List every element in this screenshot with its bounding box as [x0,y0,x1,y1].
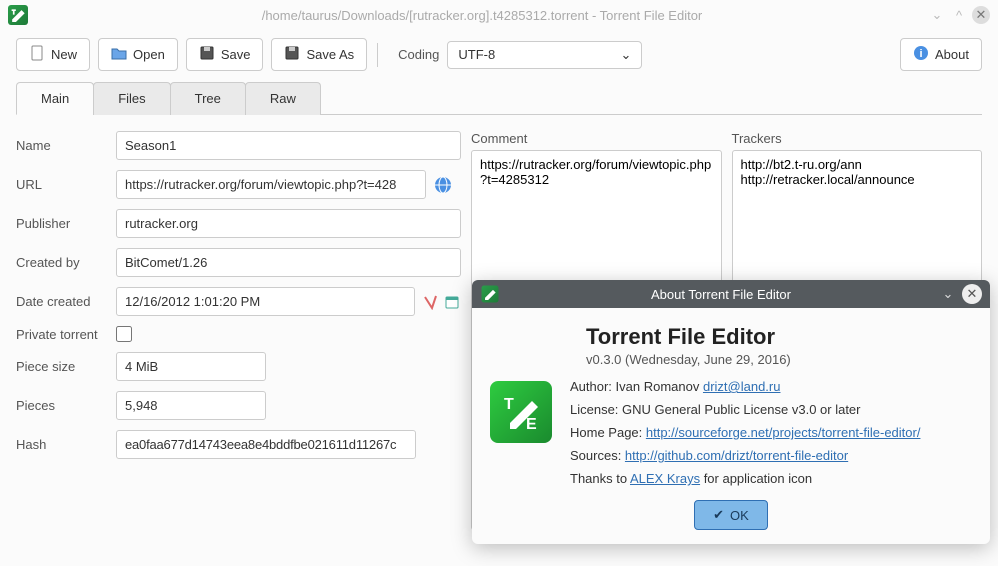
about-app-icon [482,286,499,303]
license-text: GNU General Public License v3.0 or later [622,402,860,417]
tabs: Main Files Tree Raw [16,81,982,115]
window-title: /home/taurus/Downloads/[rutracker.org].t… [36,8,928,23]
author-link[interactable]: drizt@land.ru [703,379,781,394]
check-icon: ✔ [713,507,724,523]
tab-tree[interactable]: Tree [170,82,246,115]
about-body: Torrent File Editor v0.3.0 (Wednesday, J… [472,308,990,544]
thanks-link[interactable]: ALEX Krays [630,471,700,486]
hash-label: Hash [16,437,116,452]
about-logo-icon: TE [490,381,552,443]
save-as-button[interactable]: Save As [271,38,367,71]
clear-date-icon[interactable] [421,293,439,311]
svg-text:T: T [12,10,16,16]
maximize-icon[interactable]: ^ [950,6,968,24]
app-icon: T [8,5,28,25]
svg-text:E: E [526,416,537,433]
url-label: URL [16,177,116,192]
save-button[interactable]: Save [186,38,264,71]
save-as-icon [284,45,300,64]
about-button[interactable]: i About [900,38,982,71]
coding-select[interactable]: UTF-8 ⌄ [447,41,642,69]
license-label: License: [570,402,622,417]
about-close-icon[interactable]: ✕ [962,284,982,304]
trackers-label: Trackers [732,131,983,146]
about-dialog: About Torrent File Editor ⌄ ✕ Torrent Fi… [472,280,990,544]
thanks-prefix: Thanks to [570,471,630,486]
created-by-input[interactable] [116,248,461,277]
folder-open-icon [111,45,127,64]
hash-input[interactable] [116,430,416,459]
piece-size-label: Piece size [16,359,116,374]
about-title: About Torrent File Editor [508,287,934,302]
piece-size-input[interactable] [116,352,266,381]
date-label: Date created [16,294,116,309]
new-button[interactable]: New [16,38,90,71]
pieces-label: Pieces [16,398,116,413]
open-button[interactable]: Open [98,38,178,71]
globe-icon[interactable] [432,174,454,196]
name-input[interactable] [116,131,461,160]
tab-main[interactable]: Main [16,82,94,115]
homepage-link[interactable]: http://sourceforge.net/projects/torrent-… [646,425,921,440]
info-icon: i [913,45,929,64]
open-label: Open [133,47,165,62]
window-controls: ⌄ ^ ✕ [928,6,990,24]
created-by-label: Created by [16,255,116,270]
private-label: Private torrent [16,327,116,342]
ok-button[interactable]: ✔ OK [694,500,768,530]
calendar-icon[interactable] [443,293,461,311]
tab-files[interactable]: Files [93,82,170,115]
thanks-suffix: for application icon [700,471,812,486]
url-input[interactable] [116,170,426,199]
name-label: Name [16,138,116,153]
form-column: Name URL Publisher Created by Date creat… [16,131,461,530]
homepage-label: Home Page: [570,425,646,440]
save-as-label: Save As [306,47,354,62]
about-version: v0.3.0 (Wednesday, June 29, 2016) [586,352,972,367]
about-minimize-icon[interactable]: ⌄ [938,284,958,304]
sources-label: Sources: [570,448,625,463]
private-checkbox[interactable] [116,326,132,342]
save-label: Save [221,47,251,62]
about-info: Author: Ivan Romanov drizt@land.ru Licen… [570,379,972,494]
toolbar: New Open Save Save As Coding UTF-8 ⌄ i A… [0,30,998,81]
titlebar: T /home/taurus/Downloads/[rutracker.org]… [0,0,998,30]
about-app-name: Torrent File Editor [586,324,972,350]
ok-label: OK [730,508,749,523]
minimize-icon[interactable]: ⌄ [928,6,946,24]
tab-raw[interactable]: Raw [245,82,321,115]
about-label: About [935,47,969,62]
svg-text:T: T [504,396,514,413]
file-new-icon [29,45,45,64]
separator [377,43,378,67]
save-icon [199,45,215,64]
about-titlebar: About Torrent File Editor ⌄ ✕ [472,280,990,308]
svg-text:i: i [919,48,922,60]
chevron-down-icon: ⌄ [620,47,631,63]
coding-value: UTF-8 [458,47,495,62]
date-input[interactable] [116,287,415,316]
author-label: Author: [570,379,616,394]
close-icon[interactable]: ✕ [972,6,990,24]
publisher-label: Publisher [16,216,116,231]
pieces-input[interactable] [116,391,266,420]
author-name: Ivan Romanov [616,379,703,394]
comment-label: Comment [471,131,722,146]
new-label: New [51,47,77,62]
publisher-input[interactable] [116,209,461,238]
sources-link[interactable]: http://github.com/drizt/torrent-file-edi… [625,448,848,463]
coding-label: Coding [398,47,439,62]
